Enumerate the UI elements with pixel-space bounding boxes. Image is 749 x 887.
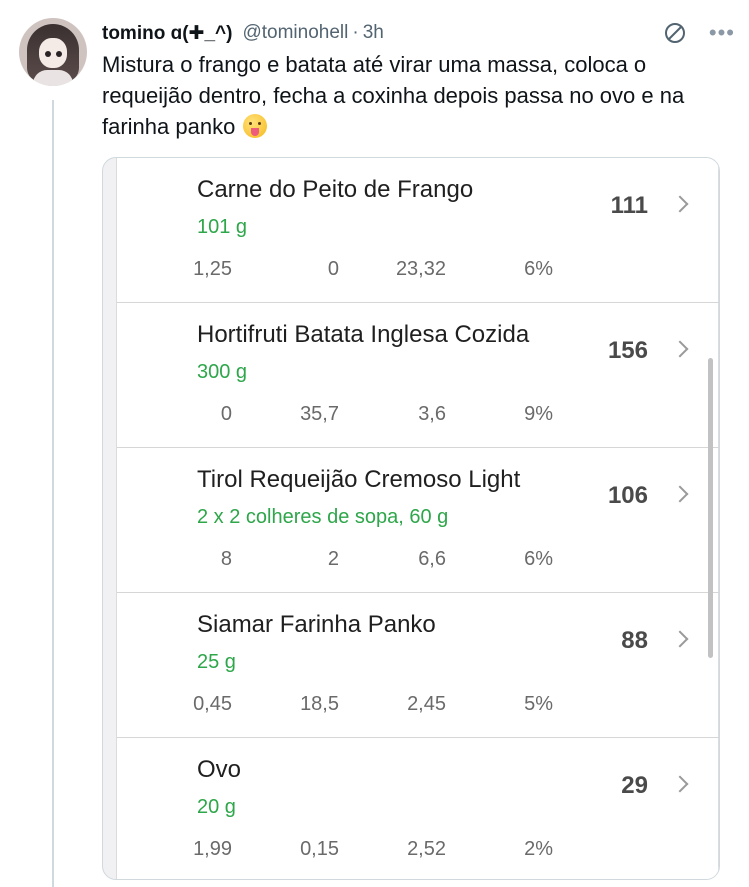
chevron-right-icon[interactable]: [671, 340, 689, 358]
tweet-media-screenshot[interactable]: Carne do Peito de Frango 101 g 1,25 0 23…: [102, 157, 720, 880]
macro-value: 1,25: [193, 258, 232, 280]
avatar-eye: [45, 51, 51, 57]
macro-value: 23,32: [395, 258, 446, 280]
macro-value: 0,45: [193, 693, 232, 715]
timestamp[interactable]: 3h: [363, 22, 384, 44]
no-entry-icon[interactable]: [663, 21, 687, 45]
user-handle[interactable]: @tominohell: [242, 22, 348, 44]
macro-value: 6%: [524, 258, 553, 280]
food-portion: 20 g: [197, 796, 236, 818]
food-row[interactable]: Hortifruti Batata Inglesa Cozida 300 g 0…: [117, 303, 719, 448]
tweet-body: Mistura o frango e batata até virar uma …: [102, 52, 685, 139]
display-name[interactable]: tomino ɑ(✚_^): [102, 22, 232, 45]
tongue-out-emoji: [243, 114, 268, 138]
food-list: Carne do Peito de Frango 101 g 1,25 0 23…: [116, 158, 719, 879]
scrollbar[interactable]: [708, 358, 713, 658]
food-name: Ovo: [197, 756, 242, 783]
avatar[interactable]: [19, 18, 87, 86]
food-row[interactable]: Ovo 20 g 1,99 0,15 2,52 2% 29: [117, 738, 719, 879]
food-name: Carne do Peito de Frango: [197, 176, 474, 203]
macro-value: 9%: [524, 403, 553, 425]
food-row[interactable]: Tirol Requeijão Cremoso Light 2 x 2 colh…: [117, 448, 719, 593]
header-actions: •••: [663, 18, 735, 48]
food-portion: 2 x 2 colheres de sopa, 60 g: [197, 506, 449, 528]
macro-value: 6%: [524, 548, 553, 570]
macro-value: 0: [220, 403, 232, 425]
chevron-right-icon[interactable]: [671, 195, 689, 213]
macro-value: 6,6: [418, 548, 446, 570]
macro-value: 2%: [524, 838, 553, 860]
calories: 88: [621, 627, 648, 654]
macro-value: 5%: [524, 693, 553, 715]
calories: 106: [607, 482, 648, 509]
chevron-right-icon[interactable]: [671, 630, 689, 648]
separator-dot: ·: [352, 22, 359, 43]
macro-value: 2,45: [407, 693, 446, 715]
more-icon[interactable]: •••: [709, 22, 735, 44]
avatar-body: [33, 70, 73, 86]
macro-value: 2: [327, 548, 339, 570]
calories: 111: [610, 192, 648, 219]
food-row[interactable]: Carne do Peito de Frango 101 g 1,25 0 23…: [117, 158, 719, 303]
chevron-right-icon[interactable]: [671, 775, 689, 793]
avatar-eye: [56, 51, 62, 57]
macro-value: 18,5: [300, 693, 339, 715]
macro-value: 1,99: [193, 838, 232, 860]
calories: 156: [607, 337, 648, 364]
chevron-right-icon[interactable]: [671, 485, 689, 503]
food-name: Siamar Farinha Panko: [197, 611, 436, 638]
food-portion: 101 g: [197, 216, 248, 238]
macro-value: 8: [220, 548, 232, 570]
food-portion: 300 g: [197, 361, 248, 383]
tweet-header: tomino ɑ(✚_^) @tominohell · 3h •••: [102, 18, 735, 48]
macro-value: 0: [327, 258, 339, 280]
macro-value: 3,6: [418, 403, 446, 425]
macro-value: 2,52: [407, 838, 446, 860]
food-name: Tirol Requeijão Cremoso Light: [197, 466, 521, 493]
food-portion: 25 g: [197, 651, 236, 673]
food-name: Hortifruti Batata Inglesa Cozida: [197, 321, 530, 348]
calories: 29: [621, 772, 648, 799]
avatar-face: [39, 38, 67, 68]
food-row[interactable]: Siamar Farinha Panko 25 g 0,45 18,5 2,45…: [117, 593, 719, 738]
macro-value: 35,7: [300, 403, 339, 425]
tweet-text: Mistura o frango e batata até virar uma …: [102, 49, 722, 142]
macro-value: 0,15: [300, 838, 339, 860]
thread-line: [52, 100, 54, 887]
